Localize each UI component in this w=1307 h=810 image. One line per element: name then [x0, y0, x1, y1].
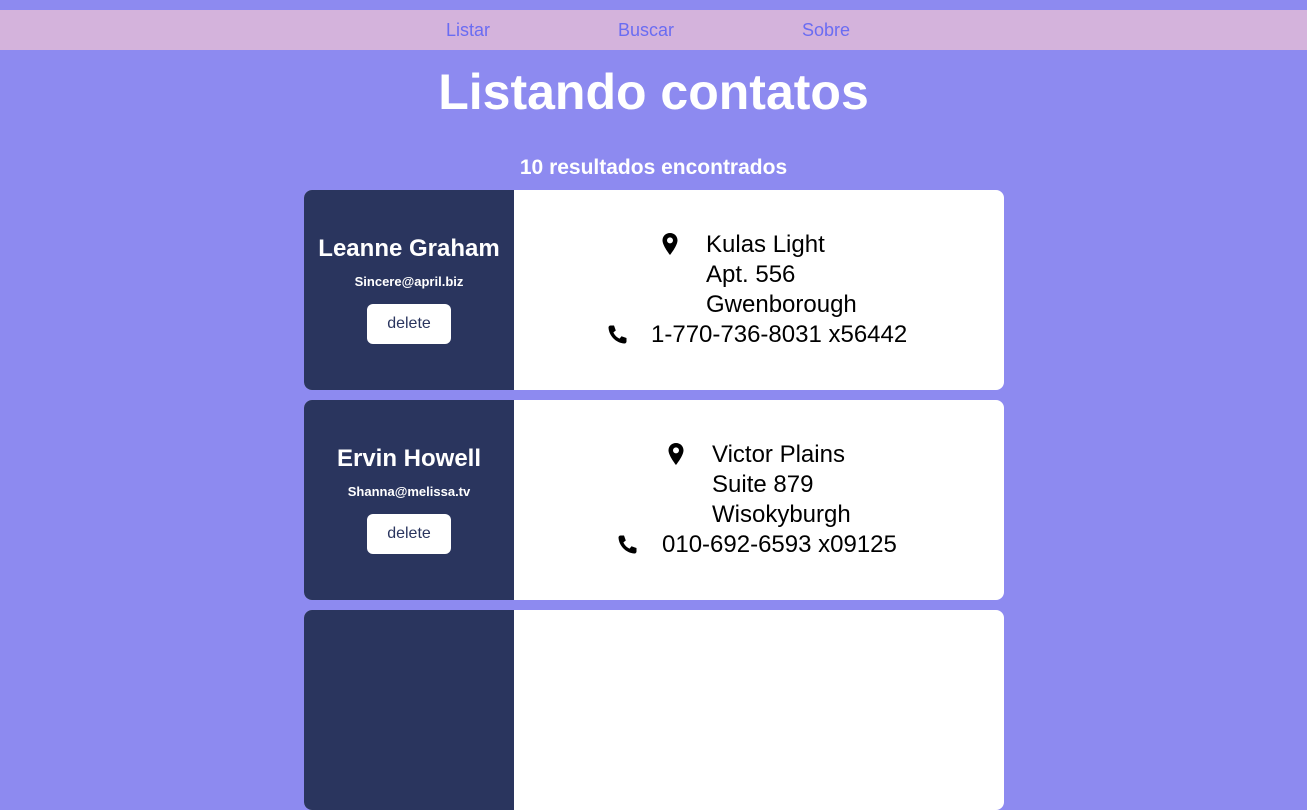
address-street: Victor Plains [712, 441, 845, 468]
map-pin-icon [658, 230, 682, 260]
contact-details: Kulas Light Apt. 556 Gwenborough 1-770-7… [514, 190, 1004, 390]
phone-icon [604, 320, 630, 350]
contact-summary [304, 610, 514, 810]
contact-card: Ervin Howell Shanna@melissa.tv delete Vi… [304, 400, 1004, 600]
delete-button[interactable]: delete [367, 304, 451, 344]
address-lines: Victor Plains Suite 879 Wisokyburgh [712, 440, 851, 530]
nav-link-listar[interactable]: Listar [446, 10, 490, 50]
contact-card: Leanne Graham Sincere@april.biz delete K… [304, 190, 1004, 390]
nav-bar: Listar Buscar Sobre [0, 10, 1307, 50]
address-city: Wisokyburgh [712, 501, 851, 528]
address-street: Kulas Light [706, 231, 825, 258]
delete-button[interactable]: delete [367, 514, 451, 554]
contact-name: Leanne Graham [318, 235, 500, 262]
nav-link-buscar[interactable]: Buscar [618, 10, 674, 50]
contact-details [514, 610, 1004, 810]
map-pin-icon [664, 440, 688, 470]
address-lines: Kulas Light Apt. 556 Gwenborough [706, 230, 857, 320]
contact-email: Shanna@melissa.tv [347, 484, 471, 499]
contact-name: Ervin Howell [336, 445, 482, 472]
address-city: Gwenborough [706, 291, 857, 318]
contact-email: Sincere@april.biz [354, 274, 464, 289]
phone-number: 010-692-6593 x09125 [662, 531, 897, 558]
contact-card [304, 610, 1004, 810]
page-title: Listando contatos [438, 64, 869, 120]
phone-icon [614, 530, 640, 560]
contact-summary: Leanne Graham Sincere@april.biz delete [304, 190, 514, 390]
contact-details: Victor Plains Suite 879 Wisokyburgh 010-… [514, 400, 1004, 600]
nav-link-sobre[interactable]: Sobre [802, 10, 850, 50]
address-suite: Suite 879 [712, 471, 814, 498]
contact-summary: Ervin Howell Shanna@melissa.tv delete [304, 400, 514, 600]
results-count: 10 resultados encontrados [519, 156, 788, 179]
phone-number: 1-770-736-8031 x56442 [651, 321, 908, 348]
address-suite: Apt. 556 [706, 261, 796, 288]
